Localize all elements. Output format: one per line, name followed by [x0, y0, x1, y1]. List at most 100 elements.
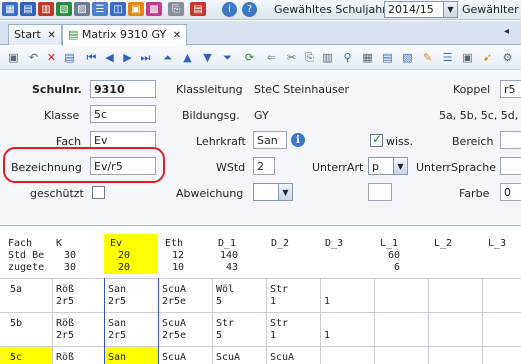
- chevron-down-icon[interactable]: ▼: [393, 158, 407, 174]
- matrix-cell[interactable]: ScuA: [216, 352, 240, 364]
- lehrkraft-field[interactable]: San: [253, 131, 287, 149]
- matrix-cell[interactable]: 5: [216, 296, 222, 308]
- matrix-cell[interactable]: 2r5: [56, 330, 74, 342]
- info-icon[interactable]: i: [291, 133, 305, 147]
- undo-icon[interactable]: ↶: [26, 50, 41, 65]
- print-icon[interactable]: ▣: [460, 50, 475, 65]
- bereich-field[interactable]: [500, 131, 521, 149]
- delete-icon[interactable]: ✕: [44, 50, 59, 65]
- matrix-cell[interactable]: 1: [324, 330, 330, 342]
- column-header[interactable]: L_1: [380, 238, 398, 250]
- klasse-field[interactable]: 5c: [90, 105, 156, 123]
- matrix-cell[interactable]: 2r5e: [162, 296, 186, 308]
- grid-icon[interactable]: ▦: [360, 50, 375, 65]
- matrix-cell[interactable]: 2r5: [56, 296, 74, 308]
- timetable-icon[interactable]: ▥: [38, 2, 54, 16]
- matrix-cell[interactable]: Str: [270, 318, 288, 330]
- chart-icon[interactable]: ▧: [56, 2, 72, 16]
- column-header[interactable]: D_3: [325, 238, 343, 250]
- matrix-cell[interactable]: Röß: [56, 352, 74, 364]
- next-record-icon[interactable]: ▶: [120, 50, 135, 65]
- matrix-cell[interactable]: Str: [270, 284, 288, 296]
- row-klasse[interactable]: 5c: [10, 352, 22, 364]
- copy-icon[interactable]: ⎘: [302, 50, 317, 65]
- cut-icon[interactable]: ✂: [284, 50, 299, 65]
- people-icon[interactable]: ◫: [110, 2, 126, 16]
- matrix-cell[interactable]: 1: [270, 296, 276, 308]
- sort-up-icon[interactable]: ▲: [180, 50, 195, 65]
- rocket-icon[interactable]: ➹: [480, 50, 495, 65]
- sort-bottom-icon[interactable]: ⏷: [220, 50, 235, 65]
- document-icon[interactable]: ▨: [74, 2, 90, 16]
- paste-icon[interactable]: ▥: [320, 50, 335, 65]
- unterrart-select[interactable]: p ▼: [368, 157, 408, 175]
- matrix-cell[interactable]: Röß: [56, 284, 74, 296]
- chevron-down-icon[interactable]: ▼: [443, 2, 457, 17]
- copy-icon[interactable]: ⎘: [168, 2, 184, 16]
- sort-down-icon[interactable]: ▼: [200, 50, 215, 65]
- matrix-cell[interactable]: San: [108, 318, 126, 330]
- arrow-left-icon[interactable]: ⇐: [264, 50, 279, 65]
- unterrsprache-field[interactable]: [500, 157, 521, 175]
- wiss-checkbox[interactable]: [370, 132, 383, 147]
- geschuetzt-checkbox[interactable]: [92, 186, 105, 199]
- koppel-field[interactable]: r5: [500, 80, 521, 98]
- table-icon[interactable]: ▤: [380, 50, 395, 65]
- matrix-cell[interactable]: Str: [216, 318, 234, 330]
- details-icon[interactable]: ▧: [400, 50, 415, 65]
- edit-icon[interactable]: ▤: [62, 50, 77, 65]
- matrix-cell[interactable]: 2r5e: [162, 330, 186, 342]
- calendar-icon[interactable]: ▤: [20, 2, 36, 16]
- column-header[interactable]: L_2: [434, 238, 452, 250]
- tab-start[interactable]: Start ✕: [8, 24, 62, 45]
- matrix-cell[interactable]: ScuA: [162, 352, 186, 364]
- matrix-cell[interactable]: 1: [324, 296, 330, 308]
- last-record-icon[interactable]: ⏭: [138, 50, 153, 65]
- matrix-cell[interactable]: ScuA: [162, 284, 186, 296]
- matrix-cell[interactable]: 5: [216, 330, 222, 342]
- schulnr-field[interactable]: 9310: [90, 80, 156, 98]
- tab-scroll-icon[interactable]: ◂: [504, 26, 509, 37]
- matrix-cell[interactable]: San: [108, 284, 126, 296]
- abweichung-extra-field[interactable]: [368, 183, 392, 201]
- list-icon[interactable]: ☰: [92, 2, 108, 16]
- tab-matrix[interactable]: ▤ Matrix 9310 GY ✕: [62, 24, 188, 46]
- matrix-cell[interactable]: 2r5: [108, 330, 126, 342]
- matrix-cell[interactable]: San: [108, 352, 126, 364]
- previous-record-icon[interactable]: ◀: [102, 50, 117, 65]
- print-icon[interactable]: ▤: [190, 2, 206, 16]
- column-header[interactable]: L_3: [488, 238, 506, 250]
- farbe-field[interactable]: 0: [500, 183, 521, 201]
- list-icon[interactable]: ☰: [440, 50, 455, 65]
- column-header[interactable]: K: [56, 238, 62, 250]
- filter-icon[interactable]: ⚲: [340, 50, 355, 65]
- refresh-icon[interactable]: ⟳: [242, 50, 257, 65]
- settings-icon[interactable]: ⚙: [500, 50, 515, 65]
- folder-icon[interactable]: ▣: [128, 2, 144, 16]
- column-header[interactable]: D_2: [271, 238, 289, 250]
- first-record-icon[interactable]: ⏮: [84, 50, 99, 65]
- note-icon[interactable]: ✎: [420, 50, 435, 65]
- abweichung-select[interactable]: ▼: [253, 183, 293, 201]
- matrix-cell[interactable]: 1: [270, 330, 276, 342]
- close-icon[interactable]: ✕: [173, 30, 181, 41]
- row-klasse[interactable]: 5a: [10, 284, 22, 296]
- help-icon[interactable]: ?: [242, 2, 257, 17]
- grid-icon[interactable]: ▦: [2, 2, 18, 16]
- column-header[interactable]: Ev: [110, 238, 122, 250]
- module-icon[interactable]: ▩: [146, 2, 162, 16]
- wstd-field[interactable]: 2: [253, 157, 275, 175]
- school-year-select[interactable]: 2014/15 ▼: [384, 1, 458, 18]
- matrix-cell[interactable]: Wöl: [216, 284, 234, 296]
- matrix-cell[interactable]: ScuA: [162, 318, 186, 330]
- column-header[interactable]: D_1: [218, 238, 236, 250]
- save-icon[interactable]: ▣: [6, 50, 21, 65]
- matrix-cell[interactable]: ScuA: [270, 352, 294, 364]
- chevron-down-icon[interactable]: ▼: [278, 184, 292, 200]
- matrix-cell[interactable]: 2r5: [108, 296, 126, 308]
- sort-top-icon[interactable]: ⏶: [160, 50, 175, 65]
- close-icon[interactable]: ✕: [47, 30, 55, 41]
- matrix-cell[interactable]: Röß: [56, 318, 74, 330]
- column-header[interactable]: Eth: [165, 238, 183, 250]
- row-klasse[interactable]: 5b: [10, 318, 22, 330]
